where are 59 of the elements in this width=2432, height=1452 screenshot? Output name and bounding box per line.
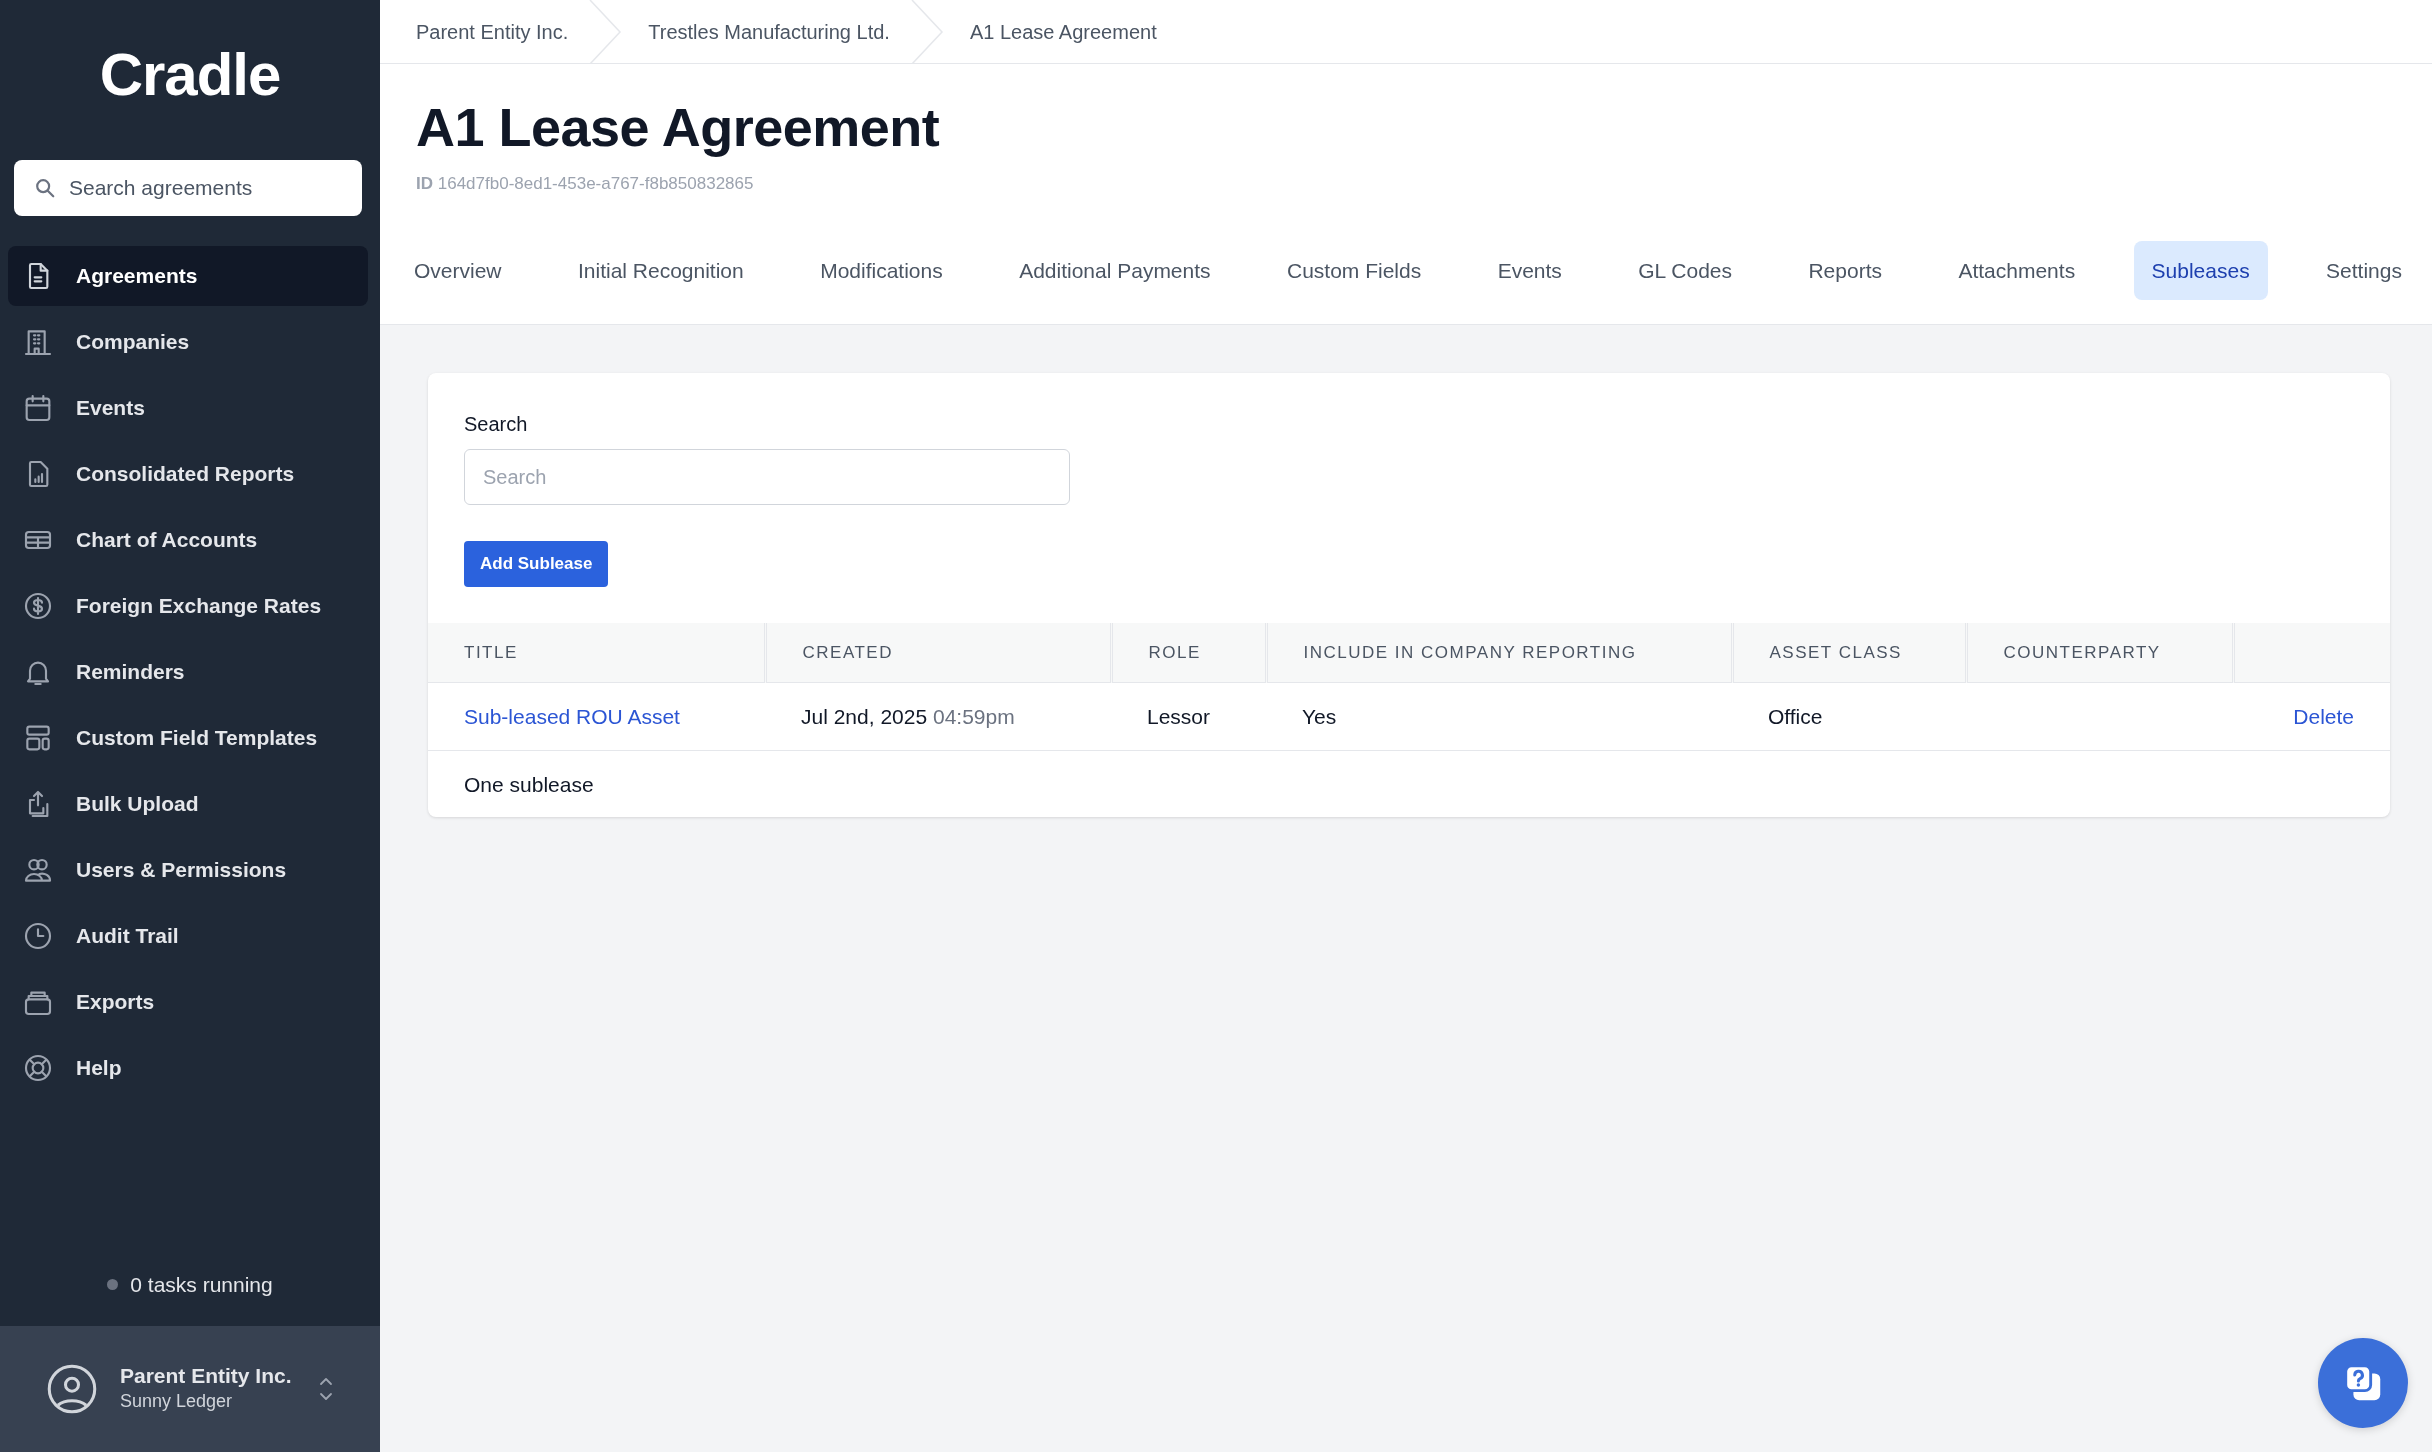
- user-avatar-icon: [46, 1363, 98, 1415]
- tab[interactable]: Modifications: [802, 240, 961, 301]
- created-date: Jul 2nd, 2025: [801, 705, 928, 729]
- tab[interactable]: Attachments: [1940, 240, 2094, 301]
- sidebar-item[interactable]: Consolidated Reports: [8, 444, 368, 504]
- tab[interactable]: Initial Recognition: [559, 240, 762, 301]
- sidebar-item[interactable]: Foreign Exchange Rates: [8, 576, 368, 636]
- page-title: A1 Lease Agreement: [416, 98, 941, 158]
- column-header: INCLUDE IN COMPANY REPORTING: [1266, 622, 1732, 683]
- search-field[interactable]: Search: [464, 449, 1070, 506]
- column-header: ASSET CLASS: [1732, 622, 1966, 683]
- chevron-up-down-icon: [318, 1376, 334, 1402]
- tab[interactable]: Overview: [396, 240, 520, 301]
- sidebar-item[interactable]: Audit Trail: [8, 906, 368, 966]
- created-time: 04:59pm: [932, 705, 1015, 729]
- delete-link[interactable]: Delete: [2293, 705, 2354, 729]
- sidebar-item[interactable]: Agreements: [8, 246, 368, 306]
- breadcrumb-link[interactable]: A1 Lease Agreement: [969, 16, 1157, 47]
- sidebar-item[interactable]: Help: [8, 1038, 368, 1098]
- lifebuoy-icon: [22, 1052, 54, 1084]
- breadcrumb-link[interactable]: Trestles Manufacturing Ltd.: [648, 16, 890, 47]
- account-name: Parent Entity Inc.: [120, 1362, 293, 1389]
- clock-icon: [22, 920, 54, 952]
- column-header: ROLE: [1111, 622, 1266, 683]
- sublease-link[interactable]: Sub-leased ROU Asset: [464, 705, 680, 729]
- search-field[interactable]: Search agreements: [14, 160, 362, 216]
- tab[interactable]: Additional Payments: [1001, 240, 1229, 301]
- column-header: CREATED: [765, 622, 1111, 683]
- sidebar-item[interactable]: Events: [8, 378, 368, 438]
- tab[interactable]: Subleases: [2133, 240, 2268, 301]
- column-header: TITLE: [428, 622, 765, 683]
- tab[interactable]: Custom Fields: [1269, 240, 1440, 301]
- column-header: COUNTERPARTY: [1966, 622, 2233, 683]
- tasks-status: 0 tasks running: [130, 1271, 273, 1298]
- account-subtitle: Sunny Ledger: [120, 1390, 234, 1414]
- sidebar-item[interactable]: Reminders: [8, 642, 368, 702]
- agreement-id: ID 164d7fb0-8ed1-453e-a767-f8b850832865: [416, 173, 755, 196]
- tab[interactable]: GL Codes: [1620, 240, 1751, 301]
- tab[interactable]: Settings: [2308, 240, 2420, 301]
- sidebar-item[interactable]: Companies: [8, 312, 368, 372]
- search-label: Search: [464, 412, 529, 438]
- table-cell: Yes: [1266, 682, 1732, 751]
- tab[interactable]: Reports: [1790, 240, 1900, 301]
- sidebar-item[interactable]: Users & Permissions: [8, 840, 368, 900]
- sidebar-item[interactable]: Chart of Accounts: [8, 510, 368, 570]
- table-cell: Office: [1732, 682, 1966, 751]
- table-cell: Lessor: [1111, 682, 1266, 751]
- status-dot: [107, 1278, 119, 1290]
- tab[interactable]: Events: [1479, 240, 1580, 301]
- sidebar-item[interactable]: Custom Field Templates: [8, 708, 368, 768]
- sidebar-item[interactable]: Bulk Upload: [8, 774, 368, 834]
- add-sublease-button[interactable]: Add Sublease: [464, 541, 609, 587]
- logo: Cradle: [98, 42, 282, 108]
- sidebar-item[interactable]: Exports: [8, 972, 368, 1032]
- dollar-icon: [22, 590, 54, 622]
- breadcrumb-link[interactable]: Parent Entity Inc.: [416, 16, 569, 47]
- help-chat-button[interactable]: [2318, 1338, 2408, 1428]
- table-footer-text: One sublease: [463, 771, 595, 798]
- account-switcher[interactable]: Parent Entity Inc. Sunny Ledger: [0, 1326, 380, 1452]
